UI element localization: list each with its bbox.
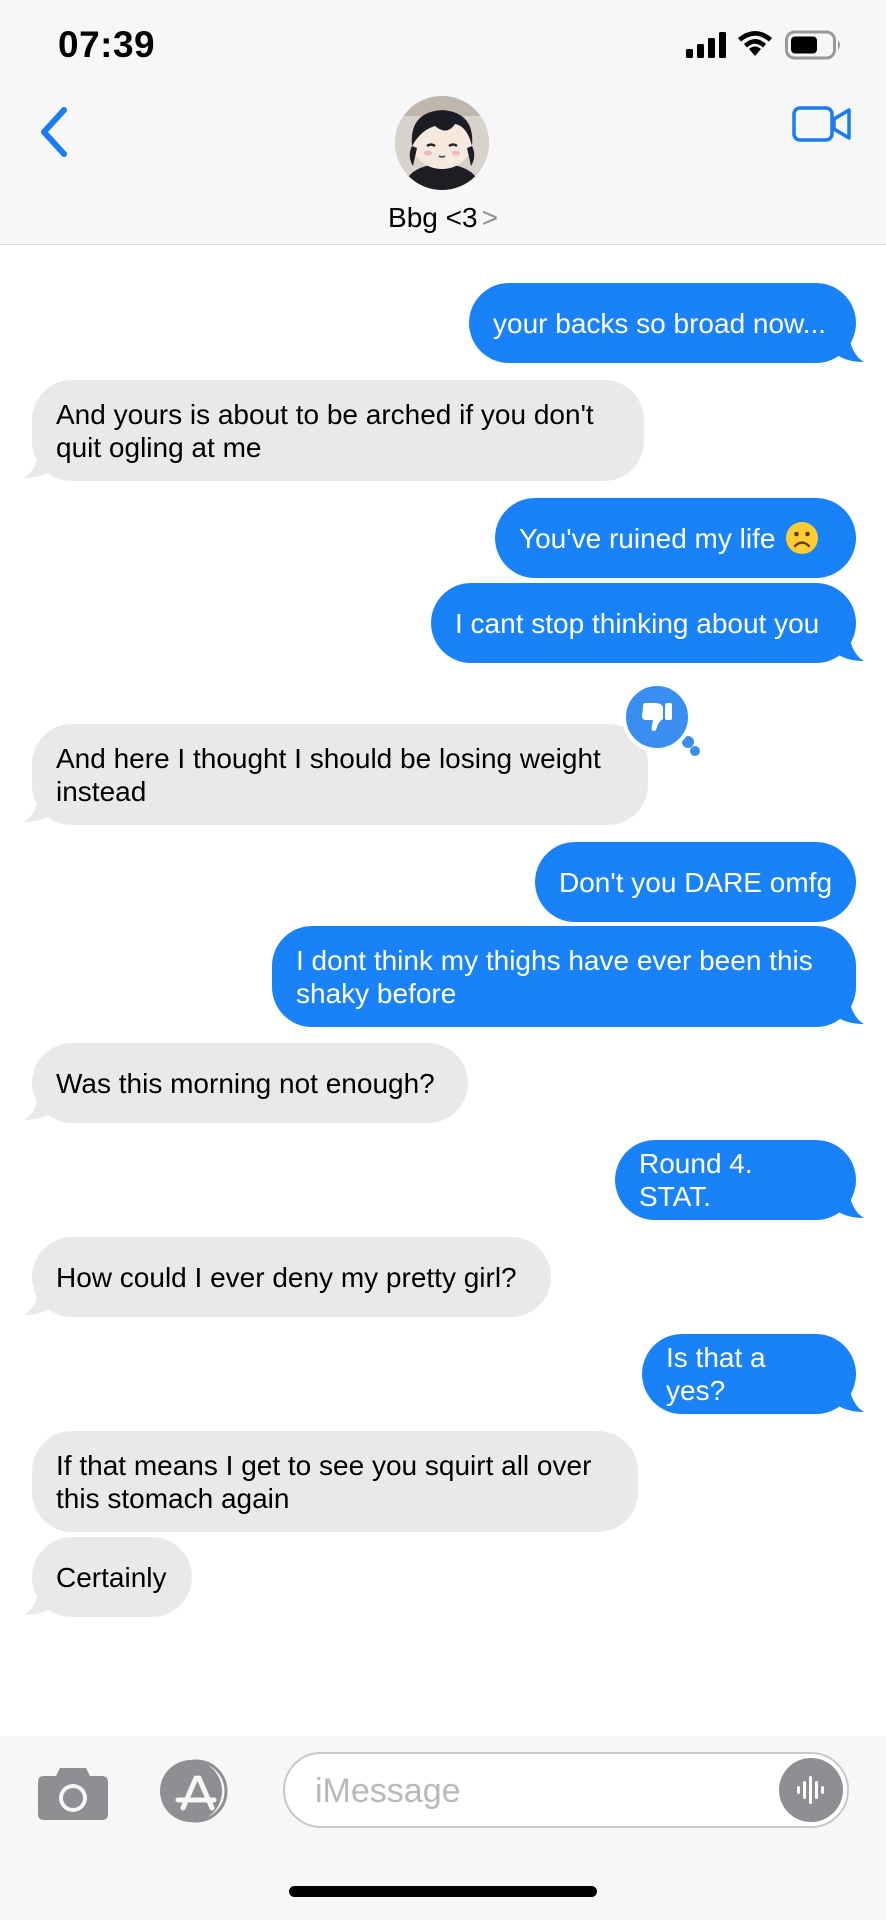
reaction-tail xyxy=(690,746,700,756)
wifi-icon xyxy=(738,31,772,56)
status-bar: 07:39 xyxy=(0,0,886,92)
home-indicator[interactable] xyxy=(289,1886,597,1897)
app-store-icon[interactable] xyxy=(156,1758,232,1824)
back-chevron-icon[interactable] xyxy=(34,102,74,162)
audio-message-button[interactable] xyxy=(779,1758,843,1822)
contact-name-button[interactable]: Bbg <3 > xyxy=(0,202,886,234)
tapback-reaction[interactable] xyxy=(622,682,692,752)
message-bubble-received[interactable]: If that means I get to see you squirt al… xyxy=(32,1431,638,1532)
message-bubble-received[interactable]: Certainly xyxy=(32,1537,192,1617)
message-bubble-sent[interactable]: I dont think my thighs have ever been th… xyxy=(272,926,856,1027)
message-bubble-sent[interactable]: Round 4. STAT. xyxy=(615,1140,856,1220)
camera-icon[interactable] xyxy=(36,1762,110,1822)
audio-waveform-icon xyxy=(797,1776,824,1804)
message-bubble-received[interactable]: Was this morning not enough? xyxy=(32,1043,468,1123)
video-camera-icon[interactable] xyxy=(792,102,852,146)
message-bubble-sent[interactable]: You've ruined my life xyxy=(495,498,856,578)
message-bubble-received[interactable]: And here I thought I should be losing we… xyxy=(32,724,648,825)
battery-icon xyxy=(785,30,840,60)
message-bubble-received[interactable]: And yours is about to be arched if you d… xyxy=(32,380,644,481)
message-bubble-received[interactable]: How could I ever deny my pretty girl? xyxy=(32,1237,551,1317)
message-input[interactable] xyxy=(313,1754,757,1828)
contact-name-chevron: > xyxy=(481,202,498,233)
message-bubble-sent[interactable]: Is that a yes? xyxy=(642,1334,856,1414)
thumbs-down-icon xyxy=(642,703,672,732)
message-bubble-sent[interactable]: I cant stop thinking about you xyxy=(431,583,856,663)
message-text: You've ruined my life xyxy=(519,522,776,554)
contact-avatar[interactable] xyxy=(395,96,489,190)
avatar-image xyxy=(395,96,489,190)
message-bubble-sent[interactable]: Don't you DARE omfg xyxy=(535,842,856,922)
cellular-signal-icon xyxy=(686,32,726,58)
message-input-container[interactable] xyxy=(283,1752,849,1828)
status-time: 07:39 xyxy=(58,24,156,65)
contact-name: Bbg <3 xyxy=(388,202,478,233)
message-bubble-sent[interactable]: your backs so broad now... xyxy=(469,283,856,363)
conversation-header: Bbg <3 > xyxy=(0,92,886,245)
frowning-face-emoji-icon xyxy=(786,522,819,554)
